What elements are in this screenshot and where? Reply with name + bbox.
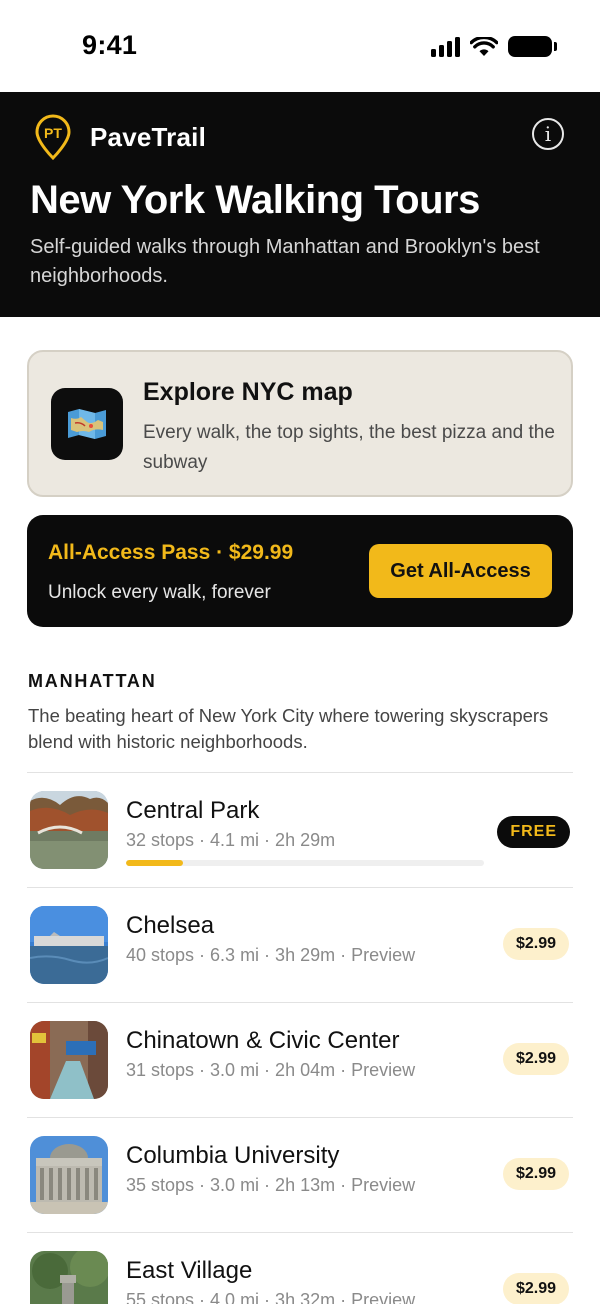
tour-thumbnail-east-village	[30, 1251, 108, 1304]
price-badge[interactable]: $2.99	[502, 1273, 569, 1304]
cellular-signal-icon	[431, 36, 460, 57]
price-badge[interactable]: $2.99	[502, 928, 569, 960]
page-title: New York Walking Tours	[30, 178, 480, 222]
tour-thumbnail-chinatown	[30, 1021, 108, 1099]
all-access-card: All-Access Pass · $29.99 Unlock every wa…	[27, 515, 573, 627]
brand: PT PaveTrail	[34, 114, 206, 161]
tour-progress-fill	[126, 860, 184, 866]
tour-list: Central Park 32 stops · 4.1 mi · 2h 29m …	[27, 772, 573, 1304]
tour-thumbnail-chelsea	[30, 906, 108, 984]
brand-name: PaveTrail	[90, 121, 206, 152]
map-thumbnail	[51, 388, 123, 460]
section-description: The beating heart of New York City where…	[28, 705, 549, 752]
tour-row[interactable]: Chinatown & Civic Center 31 stops · 3.0 …	[27, 1002, 573, 1117]
hero-header: PT PaveTrail i New York Walking Tours Se…	[0, 92, 600, 317]
tour-name: Chinatown & Civic Center	[126, 1027, 400, 1054]
tour-meta: 32 stops · 4.1 mi · 2h 29m	[126, 830, 336, 850]
tour-row[interactable]: East Village 55 stops · 4.0 mi · 3h 32m …	[27, 1232, 573, 1304]
tour-meta: 35 stops · 3.0 mi · 2h 13m · Preview	[126, 1175, 416, 1195]
status-icons	[431, 36, 557, 57]
tour-progress-bar	[126, 860, 484, 866]
tour-name: Columbia University	[126, 1142, 340, 1169]
tour-meta: 55 stops · 4.0 mi · 3h 32m · Preview	[126, 1290, 416, 1304]
tour-thumbnail-columbia	[30, 1136, 108, 1214]
price-badge[interactable]: $2.99	[502, 1158, 569, 1190]
tour-row[interactable]: Central Park 32 stops · 4.1 mi · 2h 29m …	[27, 772, 573, 887]
map-card-description: Every walk, the top sights, the best piz…	[143, 422, 555, 473]
price-badge[interactable]: $2.99	[502, 1043, 569, 1075]
status-time: 9:41	[82, 30, 138, 60]
tour-row[interactable]: Chelsea 40 stops · 6.3 mi · 3h 29m · Pre…	[27, 887, 573, 1002]
tour-name: East Village	[126, 1257, 253, 1284]
folded-map-icon	[68, 409, 106, 439]
tour-name: Central Park	[126, 797, 260, 824]
tour-meta: 31 stops · 3.0 mi · 2h 04m · Preview	[126, 1060, 416, 1080]
free-badge: FREE	[497, 816, 570, 848]
brand-initials: PT	[44, 125, 62, 141]
info-icon: i	[544, 122, 552, 146]
tour-thumbnail-central-park	[30, 791, 108, 869]
status-bar: 9:41	[0, 0, 600, 92]
pass-title: All-Access Pass · $29.99	[48, 541, 294, 564]
brand-logo-pin-icon: PT	[34, 114, 72, 161]
pass-subtitle: Unlock every walk, forever	[48, 582, 271, 603]
tour-name: Chelsea	[126, 912, 215, 939]
map-card-title: Explore NYC map	[143, 378, 353, 406]
wifi-icon	[470, 36, 498, 56]
tour-row[interactable]: Columbia University 35 stops · 3.0 mi · …	[27, 1117, 573, 1232]
page-subtitle: Self-guided walks through Manhattan and …	[30, 236, 540, 287]
info-button[interactable]: i	[532, 118, 564, 150]
section-label: MANHATTAN	[28, 671, 157, 691]
battery-icon	[508, 36, 557, 57]
tour-meta: 40 stops · 6.3 mi · 3h 29m · Preview	[126, 945, 416, 965]
explore-map-card[interactable]: Explore NYC map Every walk, the top sigh…	[27, 350, 573, 497]
get-all-access-button[interactable]: Get All-Access	[369, 544, 552, 598]
